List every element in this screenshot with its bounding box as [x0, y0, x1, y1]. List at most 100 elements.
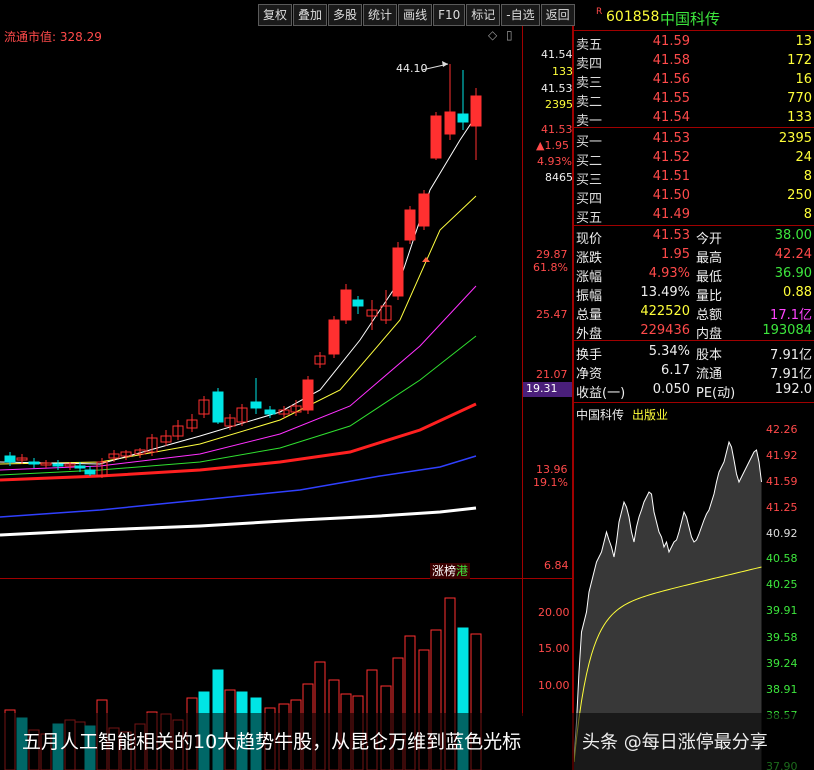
candle-body	[28, 461, 40, 465]
mini-ask-vol: 133	[552, 65, 573, 78]
intraday-price-tick: 40.25	[766, 578, 798, 591]
mini-change-pct: 4.93%	[537, 155, 572, 168]
peak-price-label: 44.10	[396, 62, 428, 75]
statistics-button[interactable]: 统计	[363, 4, 398, 26]
mini-bid-vol: 2395	[545, 98, 573, 111]
bid-row[interactable]: 买一 41.53 2395	[576, 131, 814, 150]
price-tick: 13.96	[536, 463, 568, 476]
stat-row: 现价 41.53 今开 38.00	[576, 228, 812, 247]
quote-divider-top	[574, 30, 814, 31]
candle-body	[52, 463, 64, 467]
ticker-header: R 601858 中国科传	[576, 4, 814, 30]
volume-tick: 15.00	[538, 642, 570, 655]
f10-button[interactable]: F10	[433, 4, 466, 26]
intraday-sector[interactable]: 出版业	[632, 406, 668, 423]
candle	[134, 448, 146, 458]
candle	[120, 450, 132, 460]
intraday-divider	[574, 402, 814, 403]
candle	[84, 466, 96, 476]
intraday-price-tick: 40.92	[766, 527, 798, 540]
ma-line-green	[0, 335, 477, 476]
stat-row: 换手 5.34% 股本 7.91亿	[576, 344, 812, 363]
candle	[302, 376, 314, 414]
candle-body	[430, 115, 442, 159]
draw-line-button[interactable]: 画线	[398, 4, 433, 26]
candle-body	[4, 455, 16, 463]
candle-body	[328, 319, 340, 355]
ma-line-magenta	[0, 285, 477, 471]
intraday-price-tick: 41.92	[766, 449, 798, 462]
price-tick: 6.84	[544, 559, 569, 572]
ask-row[interactable]: 卖二 41.55 770	[576, 91, 814, 110]
candle-body	[212, 391, 224, 423]
candle	[444, 64, 456, 140]
candle-body	[250, 401, 262, 409]
ask-row[interactable]: 卖四 41.58 172	[576, 53, 814, 72]
mark-button[interactable]: 标记	[466, 4, 501, 26]
candle	[160, 430, 172, 446]
stat-row: 涨幅 4.93% 最低 36.90	[576, 266, 812, 285]
intraday-title: 中国科传	[576, 408, 625, 422]
mini-change: ▲1.95	[536, 139, 569, 152]
intraday-price-tick: 41.59	[766, 475, 798, 488]
bid-row[interactable]: 买三 41.51 8	[576, 169, 814, 188]
candle-body	[264, 409, 276, 415]
peak-marker-arrow	[442, 61, 448, 67]
ask-row[interactable]: 卖一 41.54 133	[576, 110, 814, 129]
candle	[146, 434, 158, 456]
multi-stock-button[interactable]: 多股	[328, 4, 363, 26]
intraday-price-tick: 39.24	[766, 657, 798, 670]
price-tick: 25.47	[536, 308, 568, 321]
flag-badge: R	[596, 7, 603, 17]
price-tick: 29.87	[536, 248, 568, 261]
caption-text: 五月人工智能相关的10大趋势牛股，从昆仑万维到蓝色光标	[22, 731, 522, 753]
candle-body	[470, 95, 482, 127]
intraday-price-tick: 40.58	[766, 552, 798, 565]
caption-overlay: 五月人工智能相关的10大趋势牛股，从昆仑万维到蓝色光标 头条 @每日涨停最分享	[0, 713, 814, 770]
candle-body	[457, 113, 469, 123]
candle	[186, 414, 198, 432]
ma-line-red	[0, 402, 477, 482]
limit-up-ranking-badge[interactable]: 涨榜港	[430, 563, 471, 579]
restore-rights-button[interactable]: 复权	[258, 4, 293, 26]
ma-line-thin	[0, 115, 477, 465]
candle-body	[302, 379, 314, 411]
bid-row[interactable]: 买二 41.52 24	[576, 150, 814, 169]
candle	[52, 460, 64, 470]
ask-row[interactable]: 卖五 41.59 13	[576, 34, 814, 53]
candle	[328, 316, 340, 358]
stock-code: 601858	[606, 9, 660, 25]
intraday-price-tick: 39.91	[766, 604, 798, 617]
mini-last-price: 41.53	[541, 123, 573, 136]
candle-body	[340, 289, 352, 321]
candle-body	[392, 247, 404, 297]
candle	[404, 206, 416, 244]
candle-body	[84, 469, 96, 475]
candle-body	[444, 111, 456, 135]
intraday-price-tick: 42.26	[766, 423, 798, 436]
mini-bid-price: 41.53	[541, 82, 573, 95]
candle	[392, 242, 404, 300]
up-arrow-icon	[422, 257, 430, 262]
stat-row: 振幅 13.49% 量比 0.88	[576, 285, 812, 304]
volume-tick: 10.00	[538, 679, 570, 692]
volume-divider	[0, 578, 572, 579]
candle	[418, 190, 430, 230]
remove-watchlist-button[interactable]: -自选	[501, 4, 540, 26]
back-button[interactable]: 返回	[540, 4, 575, 26]
stat-row: 净资 6.17 流通 7.91亿	[576, 363, 812, 382]
candle	[314, 352, 326, 368]
volume-tick: 20.00	[538, 606, 570, 619]
stat-row: 总量 422520 总额 17.1亿	[576, 304, 812, 323]
overlay-button[interactable]: 叠加	[293, 4, 328, 26]
candle	[470, 88, 482, 160]
ask-row[interactable]: 卖三 41.56 16	[576, 72, 814, 91]
candle	[430, 112, 442, 160]
candle-body	[418, 193, 430, 227]
stat-row: 外盘 229436 内盘 193084	[576, 323, 812, 342]
chart-toolbar: 复权 叠加 多股 统计 画线 F10 标记 -自选 返回	[258, 4, 576, 26]
candle	[40, 460, 52, 468]
intraday-price-tick: 41.25	[766, 501, 798, 514]
bid-row[interactable]: 买四 41.50 250	[576, 188, 814, 207]
bid-row[interactable]: 买五 41.49 8	[576, 207, 814, 226]
